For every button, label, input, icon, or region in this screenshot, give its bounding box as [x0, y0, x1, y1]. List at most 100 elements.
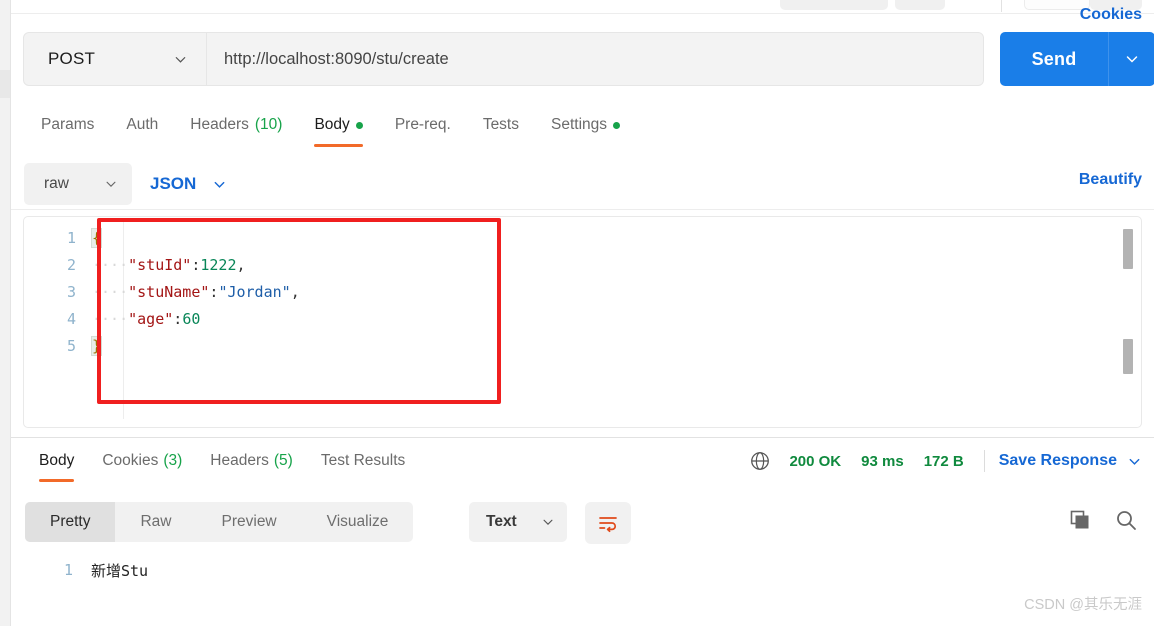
modified-indicator-dot — [355, 121, 363, 129]
body-mode-selector[interactable]: raw — [24, 163, 132, 205]
editor-scrollbar-thumb[interactable] — [1123, 229, 1133, 269]
view-mode-label: Pretty — [50, 513, 91, 530]
request-tab-label: Body — [314, 116, 350, 133]
request-response-panel: POST http://localhost:8090/stu/create Se… — [11, 0, 1154, 626]
url-input[interactable]: http://localhost:8090/stu/create — [207, 33, 983, 85]
search-icon[interactable] — [1114, 508, 1138, 532]
line-number: 5 — [66, 336, 76, 355]
view-mode-raw[interactable]: Raw — [115, 502, 196, 542]
response-time: 93 ms — [861, 452, 904, 470]
response-tab-testresults[interactable]: Test Results — [307, 444, 419, 478]
chevron-down-icon — [214, 181, 225, 188]
chevron-down-icon — [106, 181, 116, 187]
line-number: 1 — [66, 228, 76, 247]
beautify-button[interactable]: Beautify — [1079, 171, 1142, 189]
line-number: 1 — [63, 561, 73, 579]
url-text: http://localhost:8090/stu/create — [224, 49, 449, 68]
request-tab-settings[interactable]: Settings — [535, 108, 636, 142]
request-tab-label: Headers — [190, 116, 249, 133]
editor-line-content[interactable]: } — [90, 335, 103, 356]
view-mode-pretty[interactable]: Pretty — [25, 502, 116, 542]
editor-line: 5} — [24, 332, 1141, 359]
body-language-label: JSON — [150, 174, 197, 193]
response-tab-count: (5) — [273, 452, 293, 469]
sidebar-collapse-handle[interactable] — [0, 70, 10, 98]
body-language-selector[interactable]: JSON — [140, 163, 237, 205]
body-format-row: raw JSON Beautify — [11, 158, 1154, 210]
view-mode-preview[interactable]: Preview — [197, 502, 302, 542]
modified-indicator-dot — [613, 121, 621, 129]
response-body[interactable]: 1 新增Stu — [11, 556, 1154, 626]
request-tab-params[interactable]: Params — [25, 108, 110, 142]
request-tab-tests[interactable]: Tests — [467, 108, 535, 142]
save-response-button[interactable]: Save Response — [999, 452, 1142, 470]
editor-line: 4 ····"age":60 — [24, 305, 1141, 332]
token-brace: { — [90, 227, 103, 248]
globe-icon — [749, 450, 771, 472]
token-num: 60 — [182, 309, 201, 328]
editor-line-content[interactable]: ····"stuName":"Jordan", — [92, 283, 300, 301]
postman-window: POST http://localhost:8090/stu/create Se… — [0, 0, 1154, 626]
response-view-modes: Pretty Raw Preview Visualize — [25, 502, 414, 542]
token-brace: } — [90, 335, 103, 356]
copy-icon[interactable] — [1068, 508, 1092, 532]
request-tabs: Params Auth Headers (10) Body Pre-req. Tests Se… — [11, 108, 1154, 150]
editor-line: 1{ — [24, 224, 1141, 251]
response-tab-cookies[interactable]: Cookies (3) — [88, 444, 196, 478]
response-format-selector[interactable]: Text — [469, 502, 567, 542]
send-button[interactable]: Send — [1000, 32, 1108, 86]
response-toolbar: Pretty Raw Preview Visualize Text — [11, 498, 1154, 552]
response-header: Body Cookies (3) Headers (5) Test Results 200… — [11, 438, 1154, 492]
request-tab-body[interactable]: Body — [298, 108, 378, 147]
word-wrap-button[interactable] — [585, 502, 631, 544]
token-key: "age" — [128, 309, 174, 328]
url-bar-row: POST http://localhost:8090/stu/create Se… — [11, 14, 1154, 104]
meta-divider — [983, 450, 985, 472]
toolbar-separator — [1001, 0, 1002, 12]
editor-scrollbar[interactable] — [1123, 219, 1133, 419]
view-mode-visualize[interactable]: Visualize — [302, 502, 414, 542]
response-tab-label: Body — [39, 452, 75, 469]
request-tab-label: Tests — [482, 116, 519, 133]
token-key: "stuName" — [128, 282, 210, 301]
response-tab-headers[interactable]: Headers (5) — [196, 444, 307, 478]
editor-scrollbar-thumb-2[interactable] — [1123, 339, 1133, 374]
save-response-label: Save Response — [998, 452, 1117, 469]
editor-line-content[interactable]: ····"stuId":1222, — [92, 256, 246, 274]
active-tab-underline — [314, 144, 363, 147]
response-tab-label: Test Results — [320, 452, 406, 469]
response-tab-count: (3) — [163, 452, 183, 469]
response-body-text: 新增Stu — [91, 561, 149, 580]
send-options-button[interactable] — [1108, 32, 1154, 86]
toolbar-ghost-button-1[interactable] — [780, 0, 888, 10]
token-punc: , — [236, 255, 246, 274]
request-tab-prereq[interactable]: Pre-req. — [379, 108, 467, 142]
request-body-editor[interactable]: 1{2 ····"stuId":1222, 3 ····"stuName":"Jord… — [23, 216, 1142, 428]
http-method-label: POST — [48, 49, 96, 68]
request-tab-count: (10) — [254, 116, 283, 133]
request-tab-headers[interactable]: Headers (10) — [174, 108, 298, 142]
request-tab-auth[interactable]: Auth — [110, 108, 174, 142]
view-mode-label: Visualize — [326, 513, 389, 530]
word-wrap-icon — [599, 517, 617, 533]
response-tab-body[interactable]: Body — [25, 444, 88, 482]
response-action-icons — [1068, 508, 1138, 532]
cookies-link[interactable]: Cookies — [1080, 6, 1142, 24]
toolbar-ghost-button-2[interactable] — [895, 0, 945, 10]
sidebar-edge-strip — [0, 0, 11, 626]
line-number: 3 — [66, 282, 76, 301]
top-toolbar-cutoff — [11, 0, 1154, 14]
http-method-selector[interactable]: POST — [24, 33, 207, 85]
response-size: 172 B — [923, 452, 964, 470]
active-tab-underline — [39, 479, 75, 482]
chevron-down-icon — [175, 56, 186, 63]
chevron-down-icon — [543, 519, 553, 525]
token-punc: , — [290, 282, 300, 301]
token-punc: : — [173, 309, 183, 328]
editor-line-content[interactable]: ····"age":60 — [92, 310, 200, 328]
editor-code-area[interactable]: 1{2 ····"stuId":1222, 3 ····"stuName":"Jord… — [24, 224, 1141, 427]
body-mode-label: raw — [44, 175, 69, 192]
response-status: 200 OK — [789, 452, 842, 470]
editor-line-content[interactable]: { — [90, 227, 103, 248]
request-tab-label: Settings — [551, 116, 608, 133]
